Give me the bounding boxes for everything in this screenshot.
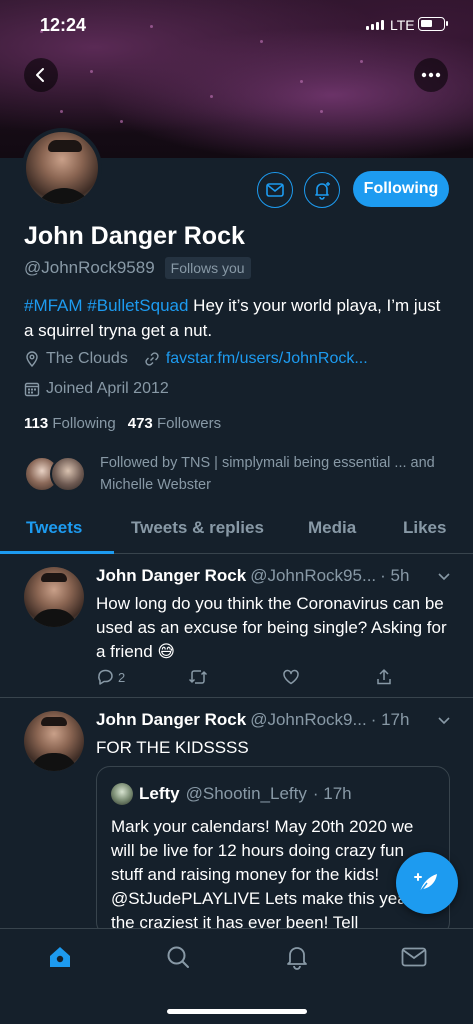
profile-handle: @JohnRock9589 [24,258,155,277]
follow-counts: 113 Following 473 Followers [24,415,221,432]
home-indicator [167,1009,307,1014]
quote-avatar [111,783,133,805]
quoted-tweet[interactable]: Lefty @Shootin_Lefty · 17h Mark your cal… [96,766,450,936]
following-count-link[interactable]: 113 Following [24,415,116,432]
link-icon [144,351,160,367]
joined-text: Joined April 2012 [46,380,169,397]
hashtag-link[interactable]: #BulletSquad [87,296,188,315]
mail-icon [266,183,284,197]
nav-notifications[interactable] [283,943,311,971]
location-text: The Clouds [46,350,128,367]
battery-icon [418,17,448,31]
chevron-down-icon[interactable] [437,712,451,728]
share-icon [377,669,391,685]
heart-icon [283,669,299,685]
profile-tabs: Tweets Tweets & replies Media Likes [0,506,473,554]
reply-icon [98,669,113,685]
quote-header: Lefty @Shootin_Lefty · 17h [111,783,352,805]
followers-count-link[interactable]: 473 Followers [128,415,221,432]
location-icon [24,351,40,367]
tweet-text: How long do you think the Coronavirus ca… [96,594,447,661]
chevron-left-icon [36,68,44,82]
handle-row: @JohnRock9589 Follows you [24,257,251,279]
website-link[interactable]: favstar.fm/users/JohnRock... [166,350,368,368]
home-icon [50,947,70,967]
tab-likes[interactable]: Likes [403,518,446,538]
reply-button[interactable]: 2 [96,668,125,686]
nav-home[interactable] [46,943,74,971]
compose-tweet-button[interactable] [396,852,458,914]
tweet-header: John Danger Rock @JohnRock9... · 17h [96,710,409,730]
tweet-author-handle: @JohnRock9... [250,710,367,729]
nav-search[interactable] [164,943,192,971]
retweet-button[interactable] [188,668,208,686]
tab-tweets[interactable]: Tweets [26,518,82,538]
calendar-icon [24,381,40,397]
retweet-icon [188,670,208,684]
following-button[interactable]: Following [353,171,449,207]
quote-time: · 17h [312,784,352,803]
tweet-author-handle: @JohnRock95... [250,566,377,585]
bell-icon [287,947,307,970]
profile-meta-row: The Clouds favstar.fm/users/JohnRock... [24,350,368,368]
followed-by-text: Followed by TNS | simplymali being essen… [100,455,435,493]
more-options-button[interactable] [414,58,448,92]
bell-plus-icon [315,182,330,200]
tweet-author-name[interactable]: John Danger Rock [96,710,246,730]
quote-text: Mark your calendars! May 20th 2020 we wi… [111,817,414,932]
signal-icon [366,20,384,30]
tweet-avatar[interactable] [24,711,84,771]
feather-plus-icon [414,873,437,893]
tab-media[interactable]: Media [308,518,356,538]
follows-you-badge: Follows you [164,257,251,279]
search-icon [167,946,189,968]
mail-icon [401,947,427,967]
tweet-time: · 5h [380,566,410,585]
tweet-header: John Danger Rock @JohnRock95... · 5h [96,566,409,586]
network-type: LTE [390,17,415,33]
tweet-author-name[interactable]: John Danger Rock [96,566,246,586]
message-button[interactable] [257,172,293,208]
tweet[interactable]: John Danger Rock @JohnRock95... · 5h How… [0,554,473,698]
hashtag-link[interactable]: #MFAM [24,296,83,315]
followed-by[interactable]: Followed by TNS | simplymali being essen… [24,452,456,496]
status-time: 12:24 [40,15,87,35]
notify-button[interactable] [304,172,340,208]
mutual-avatars [24,452,90,494]
profile-bio: #MFAM #BulletSquad Hey it’s your world p… [24,293,454,343]
more-icon [421,72,441,78]
like-button[interactable] [282,668,300,686]
profile-avatar[interactable] [22,128,102,208]
tweet-text: FOR THE KIDSSSS [96,738,249,757]
reply-count: 2 [118,669,126,685]
tab-tweets-replies[interactable]: Tweets & replies [131,518,264,538]
quote-author-handle: @Shootin_Lefty [185,784,307,803]
tweet-avatar[interactable] [24,567,84,627]
joined-row: Joined April 2012 [24,380,169,398]
profile-name: John Danger Rock [24,222,245,250]
back-button[interactable] [24,58,58,92]
share-button[interactable] [375,668,393,686]
quote-author-name: Lefty [139,784,180,803]
tweet-time: · 17h [370,710,410,729]
mutual-avatar [50,456,86,492]
nav-messages[interactable] [400,943,428,971]
chevron-down-icon[interactable] [437,568,451,584]
status-bar: 12:24 LTE [0,0,473,52]
